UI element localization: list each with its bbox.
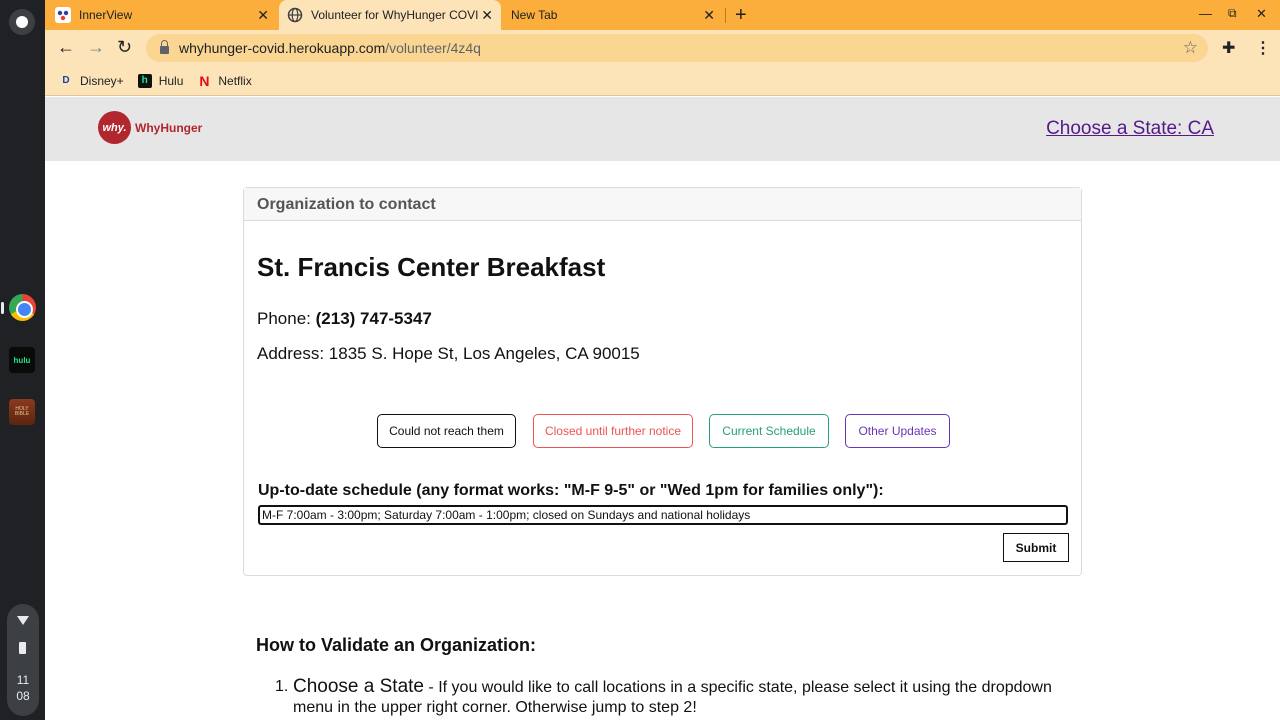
clock: 11 08 xyxy=(7,672,39,704)
browser-toolbar: ← → ↻ whyhunger-covid.herokuapp.com/volu… xyxy=(45,30,1280,66)
organization-name: St. Francis Center Breakfast xyxy=(257,252,606,282)
step-title: Choose a State xyxy=(293,676,424,697)
os-shelf: hulu HOLY BIBLE 11 08 xyxy=(0,0,45,720)
submit-button[interactable]: Submit xyxy=(1003,533,1069,562)
close-tab-icon[interactable]: ✕ xyxy=(481,8,493,22)
back-arrow-icon[interactable]: ← xyxy=(57,37,75,57)
wifi-icon xyxy=(17,616,29,625)
bible-app-label: HOLY BIBLE xyxy=(14,406,30,417)
step-body: Choose a State - If you would like to ca… xyxy=(293,677,1055,718)
tab-innerview[interactable]: InnerView ✕ xyxy=(55,0,277,30)
clock-hour: 11 xyxy=(16,673,30,687)
active-app-indicator xyxy=(1,302,4,314)
bookmark-label: Disney+ xyxy=(80,73,124,88)
tab-strip: InnerView ✕ Volunteer for WhyHunger COVI… xyxy=(45,0,1280,30)
web-page: why. WhyHunger Choose a State: CA Organi… xyxy=(45,97,1280,720)
new-tab-plus-icon[interactable]: + xyxy=(735,5,747,25)
organization-card: Organization to contact St. Francis Cent… xyxy=(243,187,1082,576)
chrome-app-icon[interactable] xyxy=(9,294,36,321)
close-tab-icon[interactable]: ✕ xyxy=(257,8,269,22)
globe-icon xyxy=(287,7,303,23)
forward-arrow-icon[interactable]: → xyxy=(87,37,105,57)
launcher-button[interactable] xyxy=(9,9,35,35)
minimize-icon[interactable]: — xyxy=(1199,6,1212,21)
howto-title: How to Validate an Organization: xyxy=(256,635,537,655)
phone-line: Phone: (213) 747-5347 xyxy=(257,309,432,329)
hulu-app-label: hulu xyxy=(13,355,31,365)
schedule-label: Up-to-date schedule (any format works: "… xyxy=(258,482,884,499)
site-header: why. WhyHunger Choose a State: CA xyxy=(45,97,1280,161)
hulu-app-icon[interactable]: hulu xyxy=(9,347,35,373)
status-button-row: Could not reach them Closed until furthe… xyxy=(244,414,1083,448)
clock-minute: 08 xyxy=(16,689,30,703)
address-bar[interactable]: whyhunger-covid.herokuapp.com/volunteer/… xyxy=(146,34,1208,62)
choose-state-link[interactable]: Choose a State: CA xyxy=(1046,118,1214,140)
bookmark-disney[interactable]: D Disney+ xyxy=(59,73,124,88)
bookmarks-bar: D Disney+ h Hulu N Netflix xyxy=(45,66,1280,96)
bookmark-netflix[interactable]: N Netflix xyxy=(197,72,252,89)
bookmark-hulu[interactable]: h Hulu xyxy=(137,73,184,88)
card-heading: Organization to contact xyxy=(244,188,1081,221)
netflix-icon: N xyxy=(199,72,210,89)
battery-icon xyxy=(19,642,26,654)
hulu-icon: h xyxy=(137,73,152,88)
bookmark-star-icon[interactable]: ☆ xyxy=(1183,38,1198,58)
lock-icon xyxy=(160,40,169,54)
howto-steps: 1. Choose a State - If you would like to… xyxy=(275,677,1055,718)
phone-number: (213) 747-5347 xyxy=(315,309,432,328)
closed-until-further-notice-button[interactable]: Closed until further notice xyxy=(533,414,693,448)
list-item: 1. Choose a State - If you would like to… xyxy=(275,677,1055,718)
tab-volunteer[interactable]: Volunteer for WhyHunger COVID ✕ xyxy=(279,0,501,30)
logo-text: WhyHunger xyxy=(135,120,203,135)
reload-icon[interactable]: ↻ xyxy=(117,37,132,57)
bookmark-label: Netflix xyxy=(218,73,252,88)
bible-app-icon[interactable]: HOLY BIBLE xyxy=(9,399,35,425)
current-schedule-button[interactable]: Current Schedule xyxy=(709,414,829,448)
url-path: /volunteer/4z4q xyxy=(385,40,481,56)
url-host: whyhunger-covid.herokuapp.com xyxy=(179,40,386,56)
close-tab-icon[interactable]: ✕ xyxy=(703,8,715,22)
tab-title: InnerView xyxy=(79,8,133,22)
innerview-favicon-icon xyxy=(55,7,71,23)
whyhunger-logo[interactable]: why. WhyHunger xyxy=(98,111,202,144)
extensions-puzzle-icon[interactable]: ✚ xyxy=(1222,38,1235,58)
address-line: Address: 1835 S. Hope St, Los Angeles, C… xyxy=(257,344,640,363)
tab-new-tab[interactable]: New Tab ✕ xyxy=(511,0,723,30)
status-tray[interactable]: 11 08 xyxy=(7,604,39,716)
tab-title: Volunteer for WhyHunger COVID xyxy=(311,8,479,22)
tab-title: New Tab xyxy=(511,8,558,22)
phone-label: Phone: xyxy=(257,309,311,328)
bookmark-label: Hulu xyxy=(158,73,184,88)
menu-dots-icon[interactable]: ⋮ xyxy=(1255,38,1271,58)
logo-mark: why. xyxy=(98,111,131,144)
disney-icon: D xyxy=(62,75,70,86)
close-window-icon[interactable]: ✕ xyxy=(1256,6,1267,22)
could-not-reach-button[interactable]: Could not reach them xyxy=(377,414,516,448)
step-number: 1. xyxy=(275,678,289,695)
schedule-input[interactable] xyxy=(258,505,1068,525)
other-updates-button[interactable]: Other Updates xyxy=(845,414,950,448)
tab-separator xyxy=(725,8,726,23)
restore-icon[interactable]: ⧉ xyxy=(1228,6,1237,21)
